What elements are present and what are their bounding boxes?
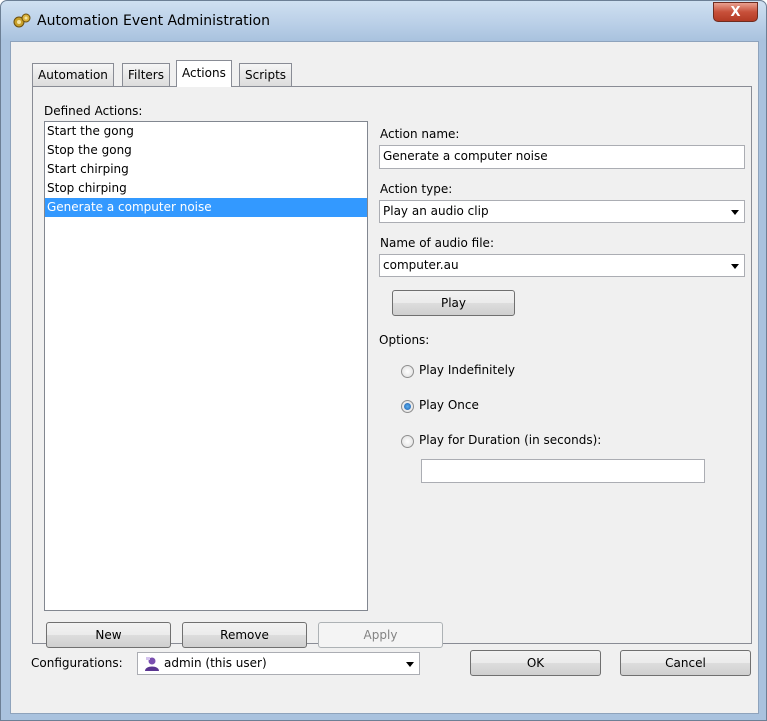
configurations-select[interactable]: admin (this user) bbox=[137, 652, 420, 675]
action-type-value: Play an audio clip bbox=[383, 204, 489, 218]
list-item[interactable]: Start the gong bbox=[45, 122, 367, 141]
configurations-label: Configurations: bbox=[31, 656, 123, 670]
title-bar[interactable]: Automation Event Administration X bbox=[1, 1, 766, 41]
defined-actions-label: Defined Actions: bbox=[44, 104, 143, 118]
list-item-selected[interactable]: Generate a computer noise bbox=[45, 198, 367, 217]
tab-scripts[interactable]: Scripts bbox=[239, 63, 293, 86]
list-item[interactable]: Stop chirping bbox=[45, 179, 367, 198]
chevron-down-icon bbox=[731, 264, 739, 269]
tab-actions[interactable]: Actions bbox=[176, 60, 232, 87]
defined-actions-list[interactable]: Start the gong Stop the gong Start chirp… bbox=[44, 121, 368, 611]
play-once-radio[interactable] bbox=[401, 400, 414, 413]
options-label: Options: bbox=[379, 333, 430, 347]
ok-button[interactable]: OK bbox=[470, 650, 601, 676]
audio-file-select[interactable]: computer.au bbox=[379, 254, 745, 277]
play-indefinitely-radio[interactable] bbox=[401, 365, 414, 378]
list-item[interactable]: Stop the gong bbox=[45, 141, 367, 160]
play-for-duration-radio[interactable] bbox=[401, 435, 414, 448]
action-type-select[interactable]: Play an audio clip bbox=[379, 200, 745, 223]
play-once-label: Play Once bbox=[419, 398, 479, 412]
dialog-client-area: Automation Filters Actions Scripts Defin… bbox=[10, 41, 759, 714]
window-title: Automation Event Administration bbox=[37, 13, 270, 29]
apply-button[interactable]: Apply bbox=[318, 622, 443, 648]
duration-seconds-field[interactable] bbox=[421, 459, 705, 483]
audio-file-value: computer.au bbox=[383, 258, 459, 272]
tab-filters[interactable]: Filters bbox=[122, 63, 170, 86]
configuration-value: admin (this user) bbox=[164, 656, 267, 670]
new-button[interactable]: New bbox=[46, 622, 171, 648]
chevron-down-icon bbox=[406, 662, 414, 667]
actions-tab-panel: Defined Actions: Start the gong Stop the… bbox=[32, 86, 752, 648]
action-name-field[interactable]: Generate a computer noise bbox=[379, 145, 745, 169]
audio-file-label: Name of audio file: bbox=[380, 236, 494, 250]
tab-automation[interactable]: Automation bbox=[32, 63, 114, 86]
play-indefinitely-label: Play Indefinitely bbox=[419, 363, 516, 377]
gears-icon bbox=[13, 13, 31, 28]
close-icon: X bbox=[730, 5, 741, 20]
remove-button[interactable]: Remove bbox=[182, 622, 307, 648]
dialog-window: Automation Event Administration X Automa… bbox=[0, 0, 767, 721]
action-type-label: Action type: bbox=[380, 182, 453, 196]
list-item[interactable]: Start chirping bbox=[45, 160, 367, 179]
action-name-label: Action name: bbox=[380, 127, 460, 141]
chevron-down-icon bbox=[731, 210, 739, 215]
cancel-button[interactable]: Cancel bbox=[620, 650, 751, 676]
play-button[interactable]: Play bbox=[392, 290, 515, 316]
close-button[interactable]: X bbox=[713, 2, 758, 22]
user-icon bbox=[145, 657, 159, 671]
play-for-duration-label: Play for Duration (in seconds): bbox=[419, 433, 602, 447]
